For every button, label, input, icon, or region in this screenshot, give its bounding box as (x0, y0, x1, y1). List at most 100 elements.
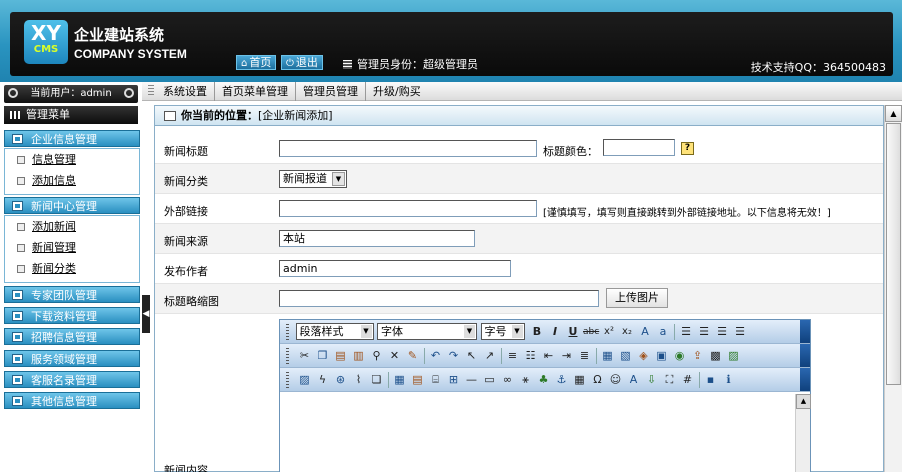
nav-upgrade[interactable]: 升级/购买 (366, 82, 428, 101)
fieldset-icon[interactable]: ⌸ (428, 372, 444, 388)
scroll-up-icon[interactable]: ▲ (885, 105, 902, 122)
editor-content-area[interactable]: ▲ (280, 394, 811, 472)
nav-system-settings[interactable]: 系统设置 (156, 82, 215, 101)
unlink-icon[interactable]: ⚹ (518, 372, 534, 388)
horizontal-rule-icon[interactable]: — (464, 372, 480, 388)
nav-home-menu[interactable]: 首页菜单管理 (215, 82, 296, 101)
upload-icon[interactable]: ⇪ (690, 348, 706, 364)
bold-icon[interactable]: B (529, 324, 545, 340)
sidebar-item-add-info[interactable]: 添加信息 (5, 170, 139, 191)
import-icon[interactable]: ⇩ (644, 372, 660, 388)
redo-icon[interactable]: ↷ (446, 348, 462, 364)
flash-icon[interactable]: ϟ (315, 372, 331, 388)
paragraph-style-select[interactable]: 段落样式 ▼ (295, 323, 374, 340)
save-icon[interactable]: ▪ (703, 372, 719, 388)
sidebar-group-other[interactable]: 其他信息管理 (4, 392, 140, 409)
outdent-icon[interactable]: ⇤ (541, 348, 557, 364)
marquee-icon[interactable]: ▭ (482, 372, 498, 388)
page-icon[interactable]: ❏ (369, 372, 385, 388)
external-link-input[interactable] (279, 200, 537, 217)
sidebar-item-news-category[interactable]: 新闻分类 (5, 258, 139, 279)
insert-image-icon[interactable]: ▨ (297, 372, 313, 388)
format-brush-icon[interactable]: ✎ (405, 348, 421, 364)
sidebar-item-news-manage[interactable]: 新闻管理 (5, 237, 139, 258)
unordered-list-icon[interactable]: ☷ (523, 348, 539, 364)
special-char-icon[interactable]: Ω (590, 372, 606, 388)
cleanup-icon[interactable]: ♣ (536, 372, 552, 388)
datetime-icon[interactable]: ▦ (572, 372, 588, 388)
globe-icon[interactable]: ◉ (672, 348, 688, 364)
category-select[interactable]: 新闻报道 ▼ (279, 170, 347, 188)
info-icon[interactable]: ℹ (721, 372, 737, 388)
sidebar-group-customer-service[interactable]: 客服名录管理 (4, 371, 140, 388)
font-size-select[interactable]: 字号 ▼ (480, 323, 525, 340)
author-input[interactable]: admin (279, 260, 511, 277)
editor-scrollbar[interactable]: ▲ (795, 394, 811, 472)
sidebar-item-info-manage[interactable]: 信息管理 (5, 149, 139, 170)
item-label: 添加新闻 (32, 220, 76, 233)
font-grow-icon[interactable]: A (637, 324, 653, 340)
sidebar-group-news-center[interactable]: 新闻中心管理 (4, 197, 140, 214)
nav-admin-manage[interactable]: 管理员管理 (296, 82, 366, 101)
paste-text-icon[interactable]: ▥ (351, 348, 367, 364)
page-scrollbar[interactable]: ▲ (884, 105, 902, 472)
font-select[interactable]: 字体 ▼ (377, 323, 477, 340)
home-button[interactable]: ⌂ 首页 (236, 55, 277, 70)
select-icon[interactable]: ↖ (464, 348, 480, 364)
indent-icon[interactable]: ⇥ (559, 348, 575, 364)
align-justify-icon[interactable]: ☰ (732, 324, 748, 340)
clear-format-icon[interactable]: ◈ (636, 348, 652, 364)
scroll-thumb[interactable] (886, 123, 901, 385)
attachment-icon[interactable]: ⌇ (351, 372, 367, 388)
pointer-icon[interactable]: ↗ (482, 348, 498, 364)
paragraph-icon[interactable]: ≣ (577, 348, 593, 364)
sidebar-group-recruitment[interactable]: 招聘信息管理 (4, 328, 140, 345)
link-icon[interactable]: ∞ (500, 372, 516, 388)
art-text-icon[interactable]: A (626, 372, 642, 388)
scroll-up-icon[interactable]: ▲ (796, 394, 811, 409)
title-color-input[interactable] (603, 139, 675, 156)
upload-image-button[interactable]: 上传图片 (606, 288, 668, 308)
paste-icon[interactable]: ▤ (333, 348, 349, 364)
delete-icon[interactable]: ✕ (387, 348, 403, 364)
font-shrink-icon[interactable]: a (655, 324, 671, 340)
align-center-icon[interactable]: ☰ (696, 324, 712, 340)
title-input[interactable] (279, 140, 537, 157)
subscript-icon[interactable]: x₂ (619, 324, 635, 340)
copy-icon[interactable]: ❐ (315, 348, 331, 364)
sidebar-group-experts[interactable]: 专家团队管理 (4, 286, 140, 303)
media-icon[interactable]: ⊛ (333, 372, 349, 388)
preview-icon[interactable]: ▩ (708, 348, 724, 364)
cut-icon[interactable]: ✂ (297, 348, 313, 364)
find-icon[interactable]: ⚲ (369, 348, 385, 364)
menu-grid-icon (10, 111, 22, 119)
sidebar-group-services[interactable]: 服务领域管理 (4, 350, 140, 367)
table-props-icon[interactable]: ▤ (410, 372, 426, 388)
logout-button[interactable]: ⏻ 退出 (281, 55, 323, 70)
source-input[interactable]: 本站 (279, 230, 475, 247)
fullscreen-icon[interactable]: ⛶ (662, 372, 678, 388)
collapse-sidebar-button[interactable]: ◀ (142, 295, 150, 333)
image-box-icon[interactable]: ▣ (654, 348, 670, 364)
bg-color-icon[interactable]: ▧ (618, 348, 634, 364)
sidebar-item-add-news[interactable]: 添加新闻 (5, 216, 139, 237)
undo-icon[interactable]: ↶ (428, 348, 444, 364)
ordered-list-icon[interactable]: ≡ (505, 348, 521, 364)
template-icon[interactable]: ▨ (726, 348, 742, 364)
grid-icon[interactable]: # (680, 372, 696, 388)
text-color-icon[interactable]: ▦ (600, 348, 616, 364)
emoticon-icon[interactable]: ☺ (608, 372, 624, 388)
superscript-icon[interactable]: x² (601, 324, 617, 340)
underline-icon[interactable]: U (565, 324, 581, 340)
italic-icon[interactable]: I (547, 324, 563, 340)
sidebar-group-company-info[interactable]: 企业信息管理 (4, 130, 140, 147)
strikethrough-icon[interactable]: abc (583, 324, 599, 340)
sidebar-group-downloads[interactable]: 下载资料管理 (4, 307, 140, 324)
help-icon[interactable]: ? (681, 142, 694, 155)
iframe-icon[interactable]: ⊞ (446, 372, 462, 388)
align-left-icon[interactable]: ☰ (678, 324, 694, 340)
insert-table-icon[interactable]: ▦ (392, 372, 408, 388)
align-right-icon[interactable]: ☰ (714, 324, 730, 340)
anchor-icon[interactable]: ⚓ (554, 372, 570, 388)
thumbnail-input[interactable] (279, 290, 599, 307)
